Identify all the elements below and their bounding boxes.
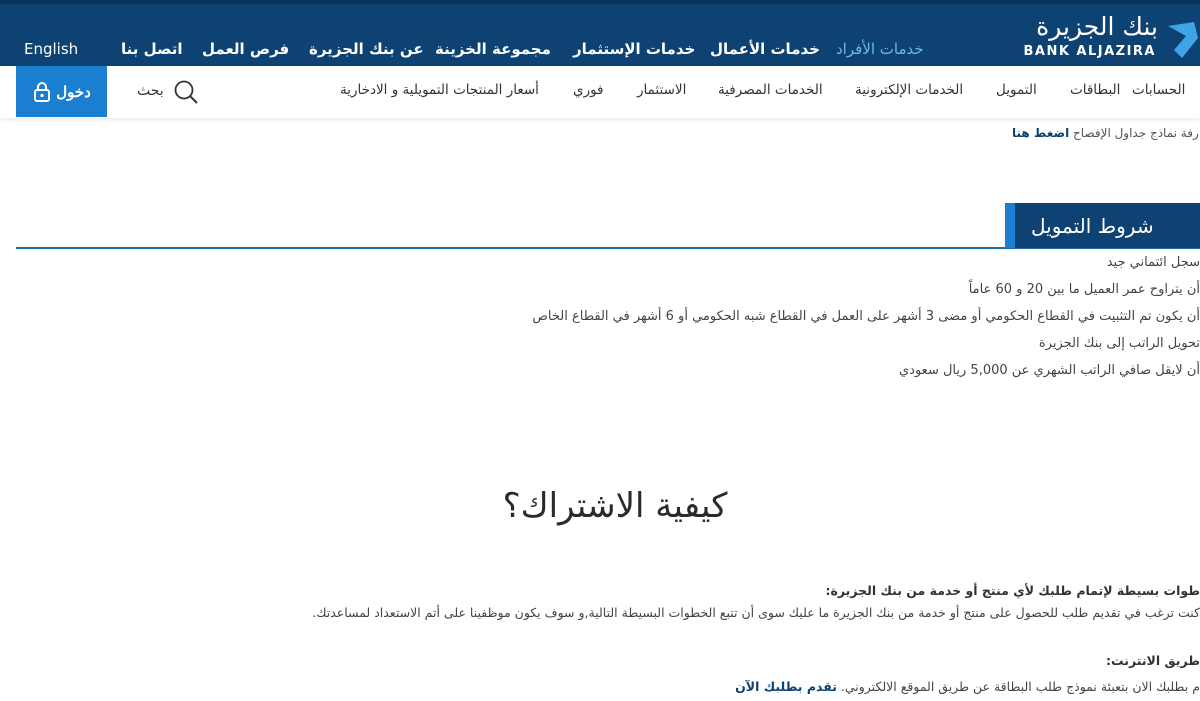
disclosure-note: رفة نماذج جداول الإفصاح اضغط هنا — [1012, 126, 1199, 140]
steps-intro-text: كنت ترغب في تقديم طلب للحصول على منتج أو… — [312, 605, 1200, 620]
sub-nav-banking-services[interactable]: الخدمات المصرفية — [718, 82, 823, 98]
language-switch-english[interactable]: English — [24, 40, 78, 58]
disclosure-link[interactable]: اضغط هنا — [1012, 126, 1069, 140]
top-nav-investment-services[interactable]: خدمات الإستثمار — [573, 40, 695, 58]
search-label[interactable]: بحث — [137, 83, 164, 99]
list-item: أن يتراوح عمر العميل ما بين 20 و 60 عاما… — [968, 282, 1200, 297]
sub-nav-financing[interactable]: التمويل — [996, 82, 1037, 98]
online-heading: طريق الانترنت: — [1106, 653, 1200, 668]
top-nav-treasury-group[interactable]: مجموعة الخزينة — [435, 40, 551, 58]
list-item: أن لايقل صافي الراتب الشهري عن 5,000 ريا… — [899, 363, 1200, 378]
sub-nav-accounts[interactable]: الحسابات — [1132, 82, 1185, 98]
how-to-apply-title: كيفية الاشتراك؟ — [502, 486, 728, 526]
online-text-line: م بطلبك الان بتعبئة نموذج طلب البطاقة عن… — [312, 679, 1200, 694]
sub-nav-electronic-services[interactable]: الخدمات الإلكترونية — [855, 82, 963, 98]
top-nav-contact-us[interactable]: اتصل بنا — [121, 40, 183, 58]
top-nav-careers[interactable]: فرص العمل — [202, 40, 289, 58]
apply-now-link[interactable]: تقدم بطلبك الآن — [735, 679, 837, 694]
top-nav-business-services[interactable]: خدمات الأعمال — [710, 40, 820, 58]
financing-terms-header: شروط التمويل — [16, 203, 1200, 249]
list-item: أن يكون تم التثبيت في القطاع الحكومي أو … — [532, 309, 1200, 324]
login-button[interactable]: دخول — [16, 66, 107, 117]
financing-terms-title: شروط التمويل — [1005, 203, 1200, 248]
login-label: دخول — [56, 83, 91, 101]
steps-heading: طوات بسيطة لإتمام طلبك لأي منتج أو خدمة … — [825, 583, 1200, 598]
list-item: سجل ائتماني جيد — [1106, 255, 1200, 270]
sub-nav-cards[interactable]: البطاقات — [1070, 82, 1120, 98]
top-nav-personal-services[interactable]: خدمات الأفراد — [836, 40, 924, 58]
list-item: تحويل الراتب إلى بنك الجزيرة — [1038, 336, 1200, 351]
bank-logo-icon — [1168, 22, 1198, 58]
disclosure-text: رفة نماذج جداول الإفصاح — [1069, 126, 1199, 140]
logo-english-text: BANK ALJAZIRA — [1023, 44, 1156, 59]
sub-nav-product-rates[interactable]: أسعار المنتجات التمويلية و الادخارية — [340, 82, 539, 98]
top-navigation-bar: بنك الجزيرة BANK ALJAZIRA خدمات الأفراد … — [0, 0, 1200, 66]
how-to-apply-steps: طوات بسيطة لإتمام طلبك لأي منتج أو خدمة … — [312, 583, 1200, 694]
sub-nav-investment[interactable]: الاستثمار — [637, 82, 686, 98]
top-nav-about-bank[interactable]: عن بنك الجزيرة — [309, 40, 424, 58]
logo-arabic-text: بنك الجزيرة — [1036, 12, 1158, 41]
lock-icon — [34, 81, 51, 102]
online-text: م بطلبك الان بتعبئة نموذج طلب البطاقة عن… — [836, 679, 1200, 694]
financing-terms-list: سجل ائتماني جيد أن يتراوح عمر العميل ما … — [532, 254, 1200, 389]
sub-nav-fawri[interactable]: فوري — [573, 82, 604, 98]
search-icon[interactable] — [173, 79, 199, 105]
secondary-navigation-bar: دخول بحث الحسابات البطاقات التمويل الخدم… — [0, 66, 1200, 118]
